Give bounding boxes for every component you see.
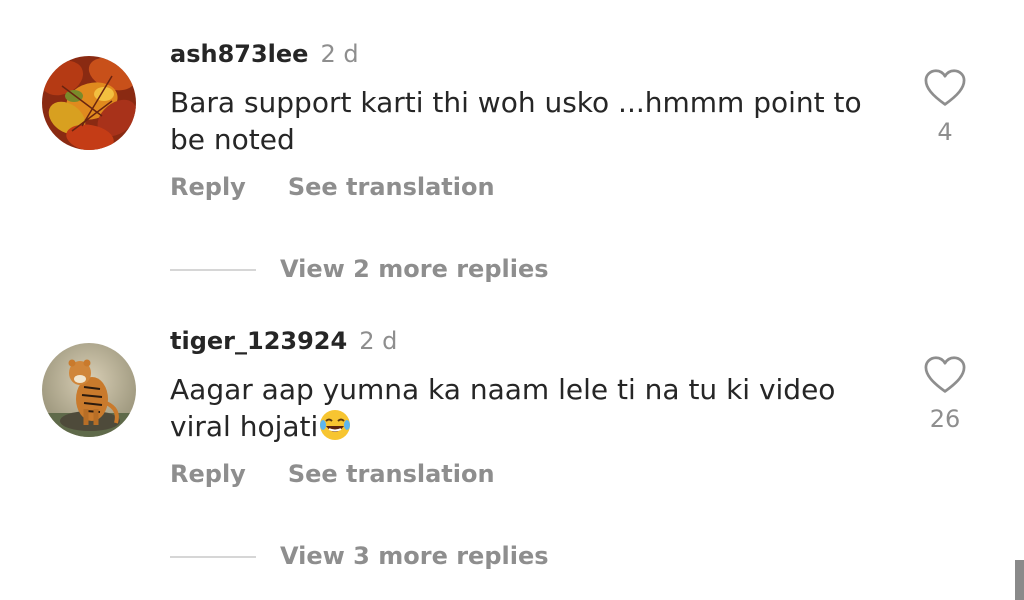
comment-text: Aagar aap yumna ka naam lele ti na tu ki…	[170, 373, 836, 443]
divider-line	[170, 269, 256, 271]
autumn-leaves-icon	[42, 56, 136, 150]
view-more-replies-button[interactable]: View 2 more replies	[170, 255, 549, 283]
view-replies-label: View 2 more replies	[280, 255, 549, 283]
reply-button[interactable]: Reply	[170, 173, 246, 201]
view-more-replies-button[interactable]: View 3 more replies	[170, 542, 549, 570]
see-translation-button[interactable]: See translation	[288, 173, 495, 201]
divider-line	[170, 556, 256, 558]
heart-icon	[924, 69, 966, 106]
comment-text-wrapper: Aagar aap yumna ka naam lele ti na tu ki…	[170, 371, 890, 445]
reply-button[interactable]: Reply	[170, 460, 246, 488]
username[interactable]: ash873lee	[170, 40, 308, 68]
comment-text: Bara support karti thi woh usko ...hmmm …	[170, 86, 862, 156]
avatar[interactable]	[42, 56, 136, 150]
tiger-icon	[42, 343, 136, 437]
like-button[interactable]: 26	[920, 355, 970, 433]
like-button[interactable]: 4	[920, 68, 970, 146]
like-count: 4	[937, 118, 953, 146]
timestamp: 2 d	[320, 40, 359, 68]
timestamp: 2 d	[359, 327, 398, 355]
heart-icon	[924, 356, 966, 393]
scrollbar[interactable]	[1015, 560, 1024, 600]
username[interactable]: tiger_123924	[170, 327, 347, 355]
like-count: 26	[929, 405, 961, 433]
see-translation-button[interactable]: See translation	[288, 460, 495, 488]
laughing-crying-emoji-icon	[318, 408, 352, 442]
view-replies-label: View 3 more replies	[280, 542, 549, 570]
avatar[interactable]	[42, 343, 136, 437]
